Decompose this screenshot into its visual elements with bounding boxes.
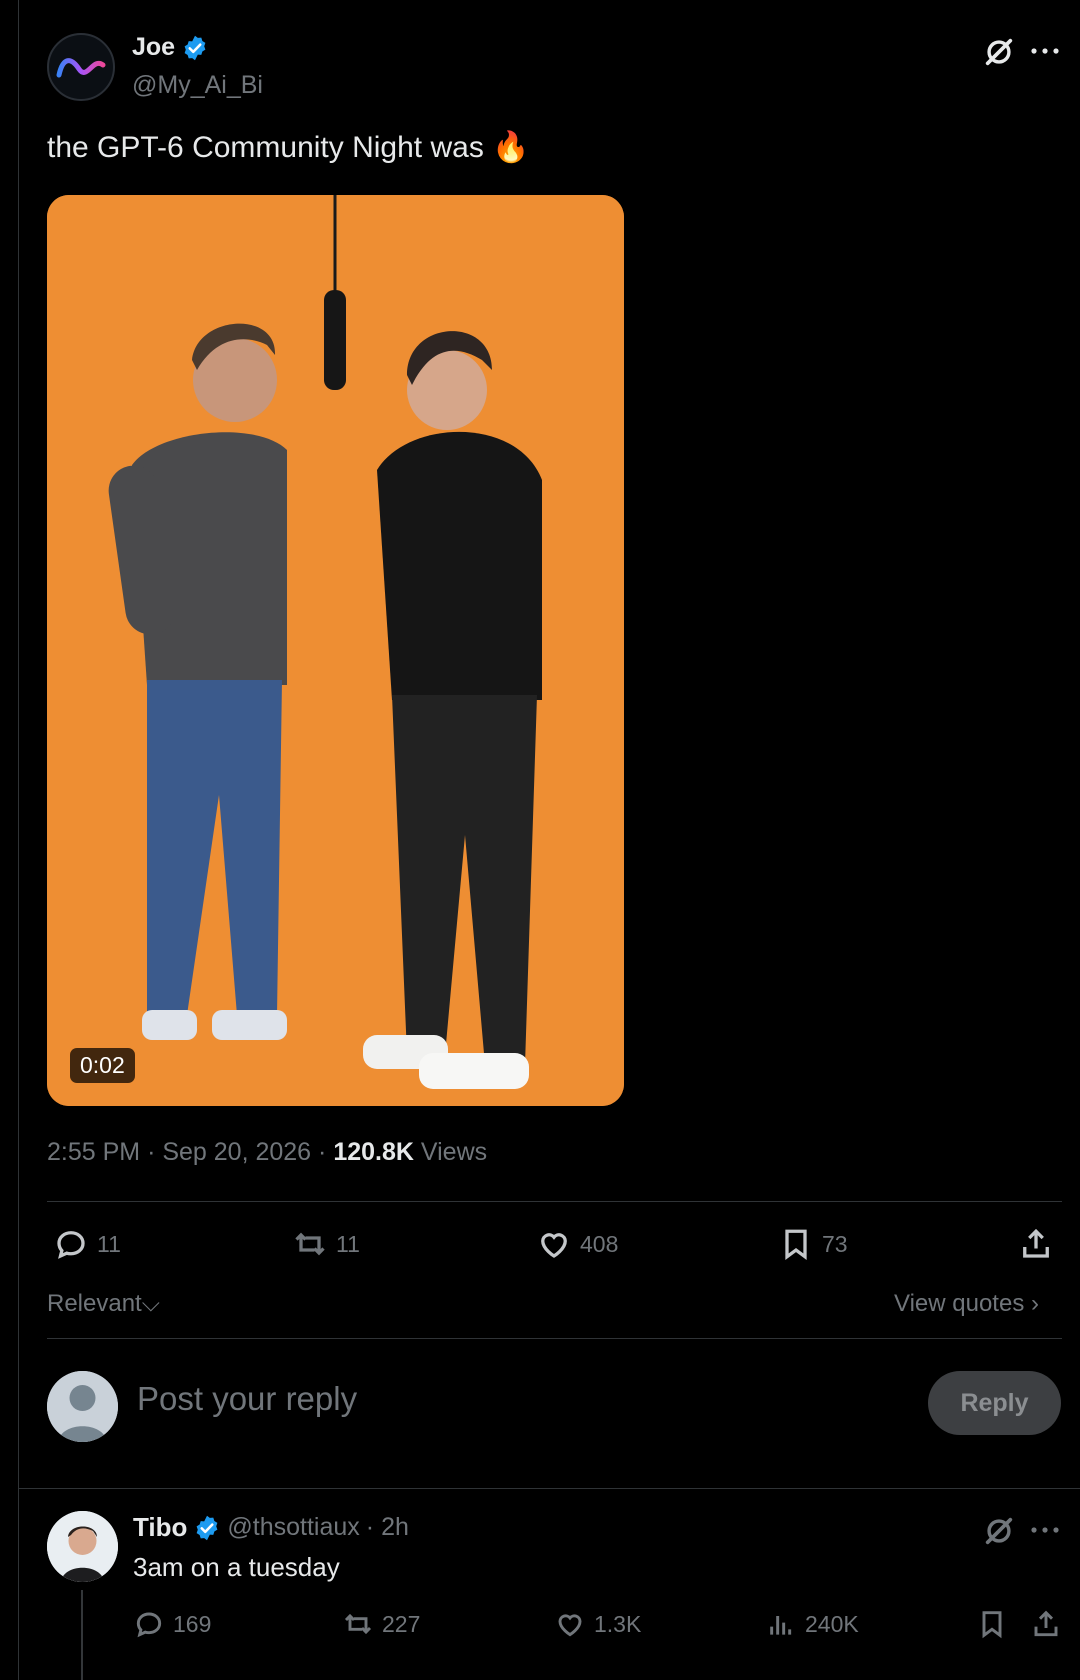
sort-dropdown[interactable]: Relevant⌵ [47,1290,160,1318]
reply-submit-button[interactable]: Reply [928,1371,1061,1435]
heart-icon [541,1233,567,1258]
post-time[interactable]: 2:55 PM [47,1138,140,1166]
verified-badge-icon [184,35,206,60]
grok-icon[interactable] [982,1514,1016,1548]
bookmark-icon[interactable] [976,1608,1008,1640]
commenter-avatar[interactable] [47,1511,118,1582]
share-icon[interactable] [1030,1608,1062,1640]
post-text: the GPT-6 Community Night was 🔥 [47,131,530,164]
comment-views-count: 240K [805,1610,859,1637]
divider [47,1201,1062,1202]
comment-time[interactable]: · 2h [366,1513,409,1542]
sort-label: Relevant [47,1290,142,1317]
thread-line [81,1590,83,1680]
commenter-handle[interactable]: @thsottiaux [227,1513,359,1542]
like-button[interactable]: 408 [536,1226,618,1262]
user-avatar[interactable] [47,1371,118,1442]
more-options-icon[interactable] [1030,46,1060,56]
meta-logo-icon [56,58,106,78]
video-player[interactable] [47,195,624,1106]
reply-input[interactable]: Post your reply [137,1380,357,1418]
repost-count: 11 [336,1230,360,1257]
post-date[interactable]: Sep 20, 2026 [162,1138,311,1166]
views-count[interactable]: 120.8K [333,1138,414,1166]
author-name-row[interactable]: Joe [132,33,209,62]
comment-reply-count: 169 [173,1610,212,1637]
verified-badge-icon [197,1515,218,1540]
reply-button[interactable]: 11 [53,1226,121,1262]
repost-icon [295,1232,325,1256]
comment-like-count: 1.3K [594,1610,642,1637]
heart-icon [558,1614,582,1637]
comment-views-button[interactable]: 240K [765,1608,859,1640]
video-thumbnail [47,195,624,1106]
default-avatar-icon [47,1371,118,1442]
reply-icon [57,1231,85,1259]
divider [18,1488,1080,1489]
analytics-icon [770,1616,792,1635]
comment-repost-count: 227 [382,1610,421,1637]
author-handle[interactable]: @My_Ai_Bi [132,71,263,100]
bookmark-icon [785,1229,807,1261]
post-meta: 2:55 PM · Sep 20, 2026 · 120.8K Views [47,1138,487,1167]
view-quotes-link[interactable]: View quotes › [894,1290,1039,1318]
comment-repost-button[interactable]: 227 [342,1608,420,1640]
repost-button[interactable]: 11 [292,1226,360,1262]
author-avatar[interactable] [47,33,115,101]
more-options-icon[interactable] [1030,1525,1060,1535]
author-name[interactable]: Joe [132,33,175,62]
meta-separator: · [147,1138,156,1166]
comment-text: 3am on a tuesday [133,1552,340,1582]
comment-reply-button[interactable]: 169 [133,1608,211,1640]
bookmark-button[interactable]: 73 [778,1226,848,1262]
bookmark-count: 73 [822,1230,848,1257]
share-button[interactable] [1018,1226,1054,1262]
like-count: 408 [580,1230,619,1257]
reply-count: 11 [97,1230,121,1257]
divider [47,1338,1062,1339]
view-quotes-label: View quotes [894,1290,1025,1317]
commenter-name[interactable]: Tibo [133,1512,187,1543]
commenter-photo [47,1511,118,1582]
meta-separator-2: · [318,1138,327,1166]
share-icon [1023,1228,1049,1258]
comment-header: Tibo @thsottiaux · 2h [133,1512,409,1543]
video-duration-badge: 0:02 [70,1048,135,1083]
chevron-right-icon: › [1030,1290,1039,1317]
chevron-down-icon: ⌵ [141,1290,160,1317]
repost-icon [344,1613,372,1635]
views-label: Views [420,1138,488,1166]
comment-like-button[interactable]: 1.3K [554,1608,641,1640]
reply-icon [136,1612,162,1638]
grok-icon[interactable] [982,35,1016,69]
